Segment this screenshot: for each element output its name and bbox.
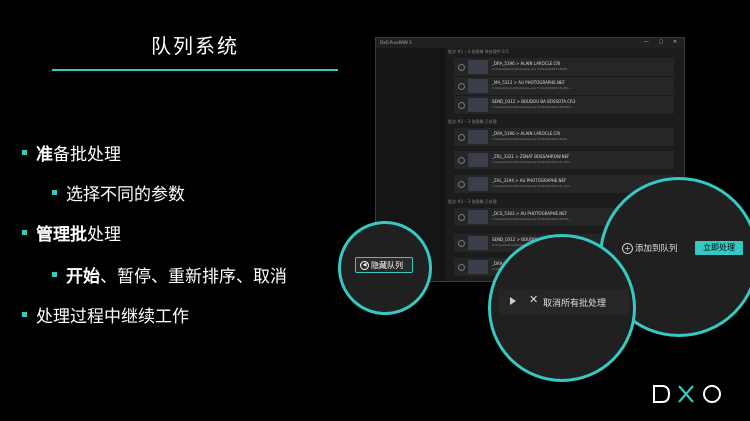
hide-queue-button[interactable]: ◀ 隐藏队列 [355,257,413,273]
row-status-icon [458,240,465,247]
add-to-queue-button[interactable]: + 添加到队列 [622,242,678,254]
bullet-text: 处理 [87,225,121,245]
bullet-select-params: 选择不同的参数 [52,180,185,205]
batch-header[interactable]: 批次 #3 – 3 张图像 已处理 [448,198,497,206]
queue-row[interactable]: _DRA_5196 > ALAIN LAROCLE.CRI C:\Users\De… [454,58,674,77]
callout-cancel-all: ✕ 取消所有批处理 [488,234,636,382]
row-name: _MA_5312 > AU PHOTOGRAPHE.NEF [492,80,565,85]
row-status-icon [458,157,465,164]
row-status-icon [458,64,465,71]
bullet-start-pause: 开始、暂停、重新排序、取消 [52,262,287,287]
bullet-keep-working: 处理过程中继续工作 [22,302,189,327]
bullet-bold-text: 准 [36,145,53,165]
bullet-marker [52,189,57,195]
queue-row[interactable]: _ZRL_3321 > ZSNAT BOSSAHROW.NEF C:\Users\… [454,151,674,170]
collapse-icon: ◀ [360,261,369,270]
row-path: C:\Users\Demo\Pictures\Lucie Forte\20220… [492,86,573,90]
queue-row[interactable]: SEND_0312 > BOUDOU BA BOSSOTA.CR3C:\User… [454,96,674,115]
row-status-icon [458,181,465,188]
bullet-bold-text: 管理批 [36,225,87,245]
row-thumbnail [468,236,488,250]
window-titlebar: DxO PureRAW 3 [376,38,684,48]
bullet-text: 、暂停、重新排序、取消 [100,267,287,287]
row-path: C:\Users\Demo\Pictures\Lucie Forte\20220… [492,67,571,71]
row-thumbnail [468,177,488,191]
bullet-text: 处理过程中继续工作 [36,307,189,327]
bullet-bold-text: 开始 [66,267,100,287]
bullet-manage-batch: 管理批处理 [22,220,121,245]
batch-header[interactable]: 批次 #2 – 3 张图像 已处理 [448,118,497,126]
bullet-prepare-batch: 准备批处理 [22,140,121,165]
row-name: _DRA_5196 > ALAIN LAROCLE.CRI [492,61,561,66]
row-thumbnail [468,210,488,224]
row-status-icon [458,214,465,221]
row-name: SEND_0312 > BOUDOU BA BOSSOTA.CR3 [492,99,576,104]
slide-title: 队列系统 [151,34,239,58]
bullet-marker [22,149,27,155]
title-underline [52,69,338,71]
row-name: _ZRL_3321 > ZSNAT BOSSAHROW.NEF [492,154,570,159]
row-thumbnail [468,153,488,167]
row-status-icon [458,264,465,271]
row-thumbnail [468,79,488,93]
callout-hide-queue: ◀ 隐藏队列 [338,221,432,315]
row-status-icon [458,83,465,90]
dxo-logo [653,385,721,403]
add-icon: + [622,243,633,254]
process-now-button[interactable]: 立即处理 [695,241,743,255]
row-thumbnail [468,98,488,112]
hide-queue-label: 隐藏队列 [371,261,403,270]
window-controls[interactable]: — ▢ ✕ [644,39,681,45]
batch-header[interactable]: 批次 #1 – 3 张图像 待处理中 2/3 [448,48,509,56]
row-thumbnail [468,60,488,74]
queue-row[interactable]: _MA_5312 > AU PHOTOGRAPHE.NEF C:\Users\De… [454,77,674,96]
queue-control-bar: ✕ 取消所有批处理 [499,289,629,315]
bullet-marker [52,271,57,277]
row-path: C:\Users\Demo\Pictures\Lucie Forte\20220… [492,160,574,164]
row-path: C:\Users\Demo\Pictures\Lucie Forte\20220… [492,137,571,141]
bullet-text: 选择不同的参数 [66,185,185,205]
window-title: DxO PureRAW 3 [380,40,412,45]
bullet-text: 备批处理 [53,145,121,165]
queue-row[interactable]: _DRA_5196 > ALAIN LAROCLE.CRI C:\Users\De… [454,128,674,147]
row-status-icon [458,134,465,141]
row-name: _DCS_5303 > AU PHOTOGRAPHE.NEF [492,211,568,216]
cancel-all-button[interactable]: 取消所有批处理 [543,296,606,309]
bullet-marker [22,311,27,317]
row-path: C:\Users\Demo\Pictures\Lucie Forte\20220… [492,105,575,109]
row-name: _ZAL_3194 > AU PHOTOGRAPHE.NEF [492,178,567,183]
add-to-queue-label: 添加到队列 [635,244,678,254]
row-thumbnail [468,130,488,144]
play-icon[interactable] [510,297,516,305]
row-name: _DRA_5196 > ALAIN LAROCLE.CRI [492,131,561,136]
bullet-marker [22,229,27,235]
row-status-icon [458,102,465,109]
close-icon[interactable]: ✕ [529,293,538,306]
row-thumbnail [468,260,488,274]
